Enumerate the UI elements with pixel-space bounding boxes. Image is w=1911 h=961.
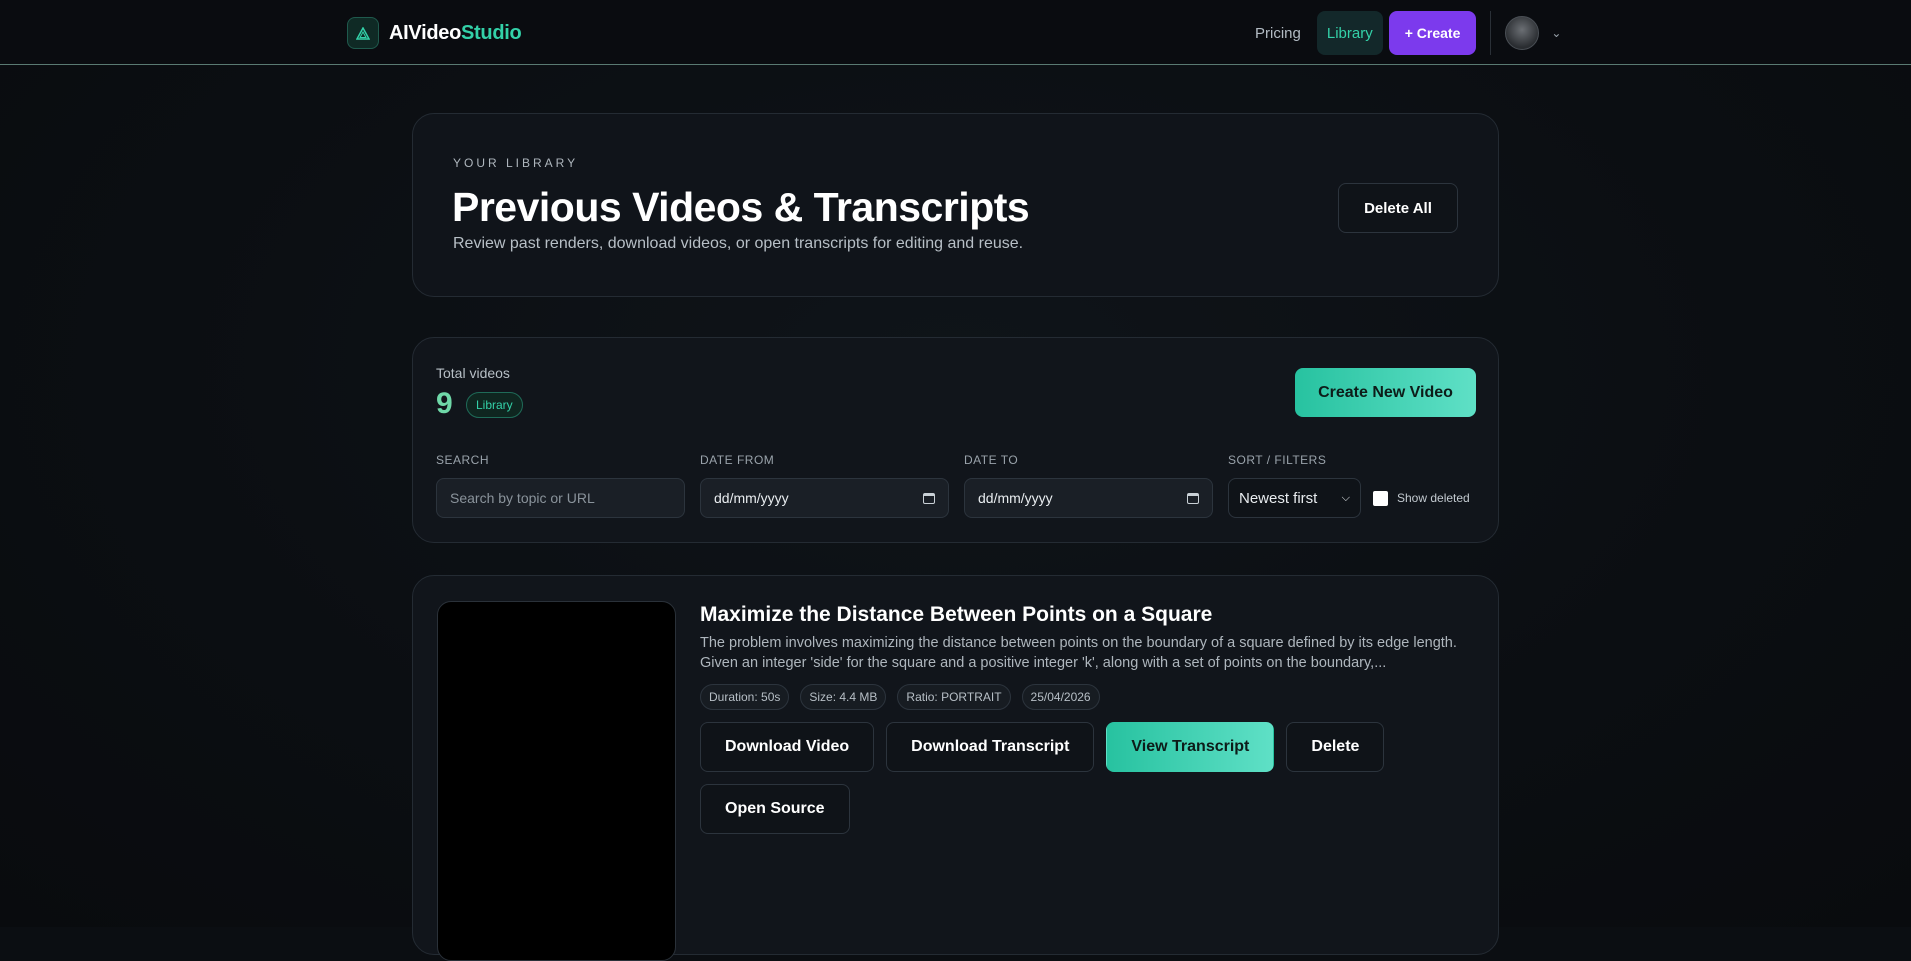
- search-input[interactable]: Search by topic or URL: [436, 478, 685, 518]
- user-avatar-icon[interactable]: [1505, 16, 1540, 50]
- section-eyebrow: YOUR LIBRARY: [453, 156, 579, 170]
- sort-filters-label: SORT / FILTERS: [1228, 453, 1327, 467]
- show-deleted-checkbox[interactable]: [1373, 491, 1388, 506]
- main-nav: Pricing Library + Create ⌄: [1245, 11, 1561, 55]
- video-thumbnail[interactable]: [437, 601, 676, 961]
- calendar-icon[interactable]: [923, 492, 935, 504]
- video-title: Maximize the Distance Between Points on …: [700, 603, 1213, 626]
- open-source-button[interactable]: Open Source: [700, 784, 850, 834]
- download-transcript-button[interactable]: Download Transcript: [886, 722, 1095, 772]
- view-transcript-button[interactable]: View Transcript: [1106, 722, 1275, 772]
- delete-video-button[interactable]: Delete: [1286, 722, 1385, 772]
- size-tag: Size: 4.4 MB: [800, 684, 887, 710]
- ratio-tag: Ratio: PORTRAIT: [897, 684, 1011, 710]
- date-from-value: dd/mm/yyyy: [714, 490, 789, 506]
- date-tag: 25/04/2026: [1021, 684, 1100, 710]
- search-label: SEARCH: [436, 453, 490, 467]
- brand-name: AIVideoStudio: [389, 21, 522, 45]
- chevron-down-icon: ⌵: [1341, 491, 1350, 504]
- chevron-down-icon[interactable]: ⌄: [1551, 26, 1561, 40]
- date-to-value: dd/mm/yyyy: [978, 490, 1053, 506]
- page-title: Previous Videos & Transcripts: [452, 184, 1030, 230]
- total-videos-label: Total videos: [436, 365, 510, 381]
- download-video-button[interactable]: Download Video: [700, 722, 875, 772]
- nav-pricing[interactable]: Pricing: [1245, 11, 1311, 55]
- nav-divider: [1490, 11, 1492, 55]
- delete-all-button[interactable]: Delete All: [1338, 183, 1458, 233]
- total-videos-count: 9: [436, 387, 453, 420]
- date-to-input[interactable]: dd/mm/yyyy: [964, 478, 1213, 518]
- video-description: The problem involves maximizing the dist…: [700, 635, 1457, 671]
- sort-select-value: Newest first: [1239, 489, 1318, 507]
- video-item-card: Maximize the Distance Between Points on …: [412, 575, 1499, 961]
- date-from-input[interactable]: dd/mm/yyyy: [700, 478, 949, 518]
- brand-name-main: AIVideo: [389, 21, 461, 44]
- video-actions: Download Video Download Transcript View …: [700, 722, 1460, 834]
- brand[interactable]: AIVideoStudio: [347, 17, 522, 49]
- library-header-card: YOUR LIBRARY Previous Videos & Transcrip…: [412, 113, 1499, 297]
- sort-select[interactable]: Newest first ⌵: [1228, 478, 1361, 518]
- stats-filters-card: Total videos 9 Library Create New Video …: [412, 337, 1499, 543]
- show-deleted-label: Show deleted: [1397, 491, 1470, 505]
- nav-library[interactable]: Library: [1316, 11, 1383, 55]
- video-meta-tags: Duration: 50s Size: 4.4 MB Ratio: PORTRA…: [700, 684, 1100, 710]
- top-navigation-bar: AIVideoStudio Pricing Library + Create ⌄: [0, 0, 1911, 65]
- logo-icon: [347, 17, 379, 49]
- date-to-label: DATE TO: [964, 453, 1019, 467]
- duration-tag: Duration: 50s: [700, 684, 790, 710]
- page-subtitle: Review past renders, download videos, or…: [453, 235, 1024, 252]
- create-new-video-button[interactable]: Create New Video: [1295, 368, 1476, 417]
- library-badge: Library: [466, 392, 523, 418]
- brand-name-accent: Studio: [461, 21, 522, 44]
- create-button[interactable]: + Create: [1388, 11, 1477, 55]
- calendar-icon[interactable]: [1187, 492, 1199, 504]
- date-from-label: DATE FROM: [700, 453, 775, 467]
